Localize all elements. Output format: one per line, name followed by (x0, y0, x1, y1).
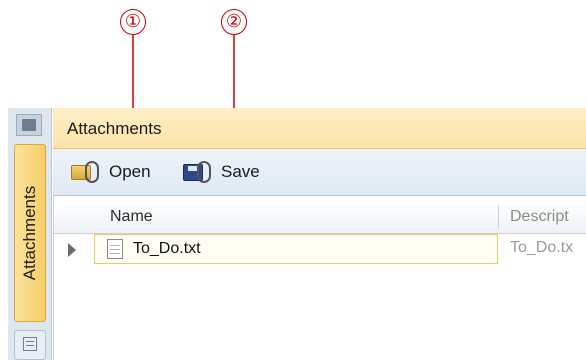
column-separator[interactable] (498, 205, 499, 229)
save-button-label: Save (221, 162, 260, 181)
file-name-text: To_Do.txt (133, 240, 201, 257)
text-file-icon (107, 239, 123, 259)
column-header-description[interactable]: Descript (510, 208, 569, 226)
table-row[interactable]: To_Do.txt To_Do.tx (54, 234, 586, 266)
open-button[interactable]: Open (71, 158, 151, 186)
cell-description[interactable]: To_Do.tx (510, 239, 573, 257)
side-tab-strip: Attachments (8, 108, 52, 360)
panel-title: Attachments (67, 119, 162, 138)
attachments-grid: Name Descript To_Do.txt To_Do.tx (53, 196, 586, 360)
save-attachment-icon (183, 161, 215, 183)
side-tab-notes[interactable] (14, 330, 46, 360)
notes-icon (23, 337, 37, 351)
open-attachment-icon (71, 161, 103, 183)
save-button[interactable]: Save (183, 158, 260, 186)
cell-file-name[interactable]: To_Do.txt (94, 234, 498, 264)
callout-marker-2: ② (221, 9, 247, 35)
navigation-pane-icon[interactable] (16, 114, 42, 136)
row-indicator-icon (68, 243, 76, 257)
panel-title-bar: Attachments (53, 108, 586, 149)
callout-marker-1: ① (120, 9, 146, 35)
side-tab-attachments-label: Attachments (20, 185, 39, 281)
attachments-toolbar: Open Save (53, 149, 586, 196)
side-tab-attachments[interactable]: Attachments (14, 144, 46, 322)
column-header-name[interactable]: Name (110, 208, 153, 226)
open-button-label: Open (109, 162, 151, 181)
grid-header: Name Descript (54, 201, 586, 234)
attachments-panel: Attachments Open Save Name Descript To_D… (53, 108, 586, 360)
